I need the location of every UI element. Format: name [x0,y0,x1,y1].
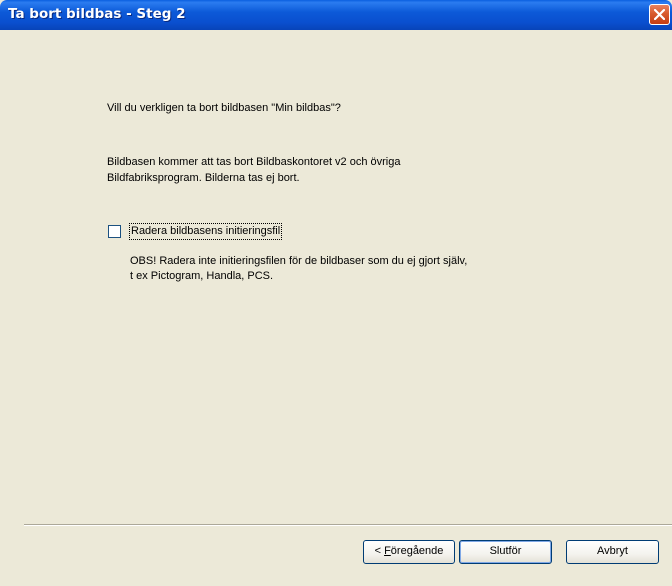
close-icon [654,9,665,20]
back-button-accel: F [384,545,391,557]
warning-note-line2: t ex Pictogram, Handla, PCS. [130,270,274,282]
back-button-prefix: < [374,545,385,557]
warning-note-line1: OBS! Radera inte initieringsfilen för de… [130,255,468,267]
delete-init-file-checkbox[interactable] [108,225,121,238]
info-text-line2: Bildfabriksprogram. Bilderna tas ej bort… [107,172,300,184]
close-button[interactable] [649,4,670,25]
info-text-line1: Bildbasen kommer att tas bort Bildbaskon… [107,156,401,168]
finish-button[interactable]: Slutför [459,540,552,564]
cancel-button[interactable]: Avbryt [566,540,659,564]
confirm-question: Vill du verkligen ta bort bildbasen "Min… [107,102,341,114]
title-bar[interactable]: Ta bort bildbas - Steg 2 [0,0,672,30]
back-button[interactable]: < Föregående [363,540,455,564]
dialog-window: Ta bort bildbas - Steg 2 Vill du verklig… [0,0,672,586]
window-title: Ta bort bildbas - Steg 2 [8,6,186,22]
back-button-rest: öregående [390,545,444,557]
separator-highlight [24,525,672,526]
delete-init-file-label[interactable]: Radera bildbasens initieringsfil [128,223,283,240]
